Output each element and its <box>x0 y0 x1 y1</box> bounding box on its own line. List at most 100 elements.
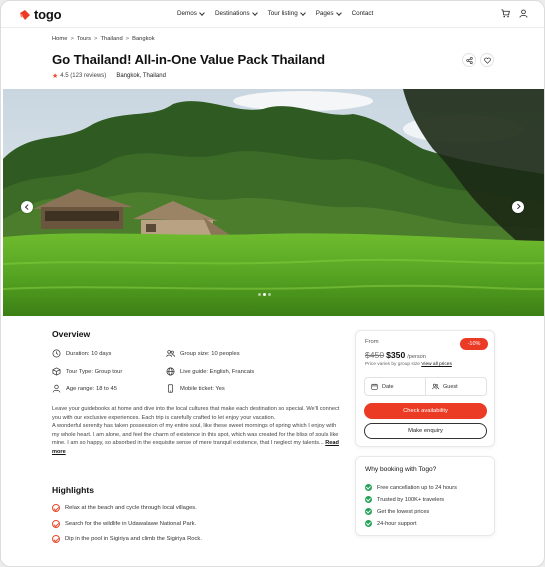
price-note: Price varies by group size View all pric… <box>365 362 452 367</box>
guest-picker[interactable]: Guest <box>425 378 486 395</box>
highlight-item: Search for the wildlife in Udawalawe Nat… <box>52 520 196 528</box>
carousel-dot-active[interactable] <box>263 293 266 296</box>
wishlist-button[interactable] <box>480 53 494 67</box>
main-nav: Demos Destinations Tour listing Pages Co… <box>177 9 374 17</box>
chevron-down-icon <box>335 9 342 16</box>
booking-card: From -10% $450 $350 /person Price varies… <box>355 330 495 447</box>
feature-group-size: Group size: 10 peoples <box>166 349 240 358</box>
date-picker[interactable]: Date <box>365 378 425 395</box>
breadcrumb-separator: > <box>125 36 130 42</box>
description-text: A wonderful serenity has taken possessio… <box>52 423 339 447</box>
new-price: $350 <box>386 350 406 360</box>
nav-label: Contact <box>351 10 374 17</box>
make-enquiry-button[interactable]: Make enquiry <box>364 423 487 439</box>
chevron-left-icon <box>25 204 30 210</box>
highlight-text: Search for the wildlife in Udawalawe Nat… <box>65 521 197 527</box>
feature-label: Mobile ticket: Yes <box>180 385 225 392</box>
why-item-text: Trusted by 100K+ travelers <box>377 496 445 503</box>
feature-label: Age range: 18 to 45 <box>66 385 117 392</box>
nav-item-contact[interactable]: Contact <box>352 10 374 17</box>
why-item-text: Free cancellation up to 24 hours <box>377 484 457 491</box>
carousel-dots <box>258 293 271 296</box>
why-item-text: Get the lowest prices <box>377 508 430 515</box>
why-item-text: 24-hour support <box>377 520 417 527</box>
user-icon <box>52 384 61 393</box>
date-label: Date <box>382 383 394 390</box>
hero-image-gallery[interactable] <box>3 89 544 316</box>
cart-icon[interactable] <box>501 9 510 18</box>
share-icon <box>465 56 473 64</box>
logo[interactable]: togo <box>19 7 62 22</box>
chevron-down-icon <box>199 9 205 16</box>
feature-label: Live guide: English, Francais <box>180 368 255 375</box>
discount-badge: -10% <box>460 338 488 350</box>
carousel-dot[interactable] <box>258 293 261 296</box>
box-icon <box>52 367 61 376</box>
heart-icon <box>483 57 491 64</box>
breadcrumb-thailand[interactable]: Thailand <box>100 36 122 42</box>
check-availability-button[interactable]: Check availability <box>364 403 487 419</box>
page-frame: togo Demos Destinations Tour listing Pag… <box>0 0 545 567</box>
breadcrumb-home[interactable]: Home <box>52 36 67 42</box>
check-icon <box>365 484 372 491</box>
hero-prev-button[interactable] <box>21 201 33 213</box>
why-booking-card: Why booking with Togo? Free cancellation… <box>355 456 495 536</box>
price-note-text: Price varies by group size <box>365 362 420 367</box>
rating-row: ★ 4.5 (123 reviews) Bangkok, Thailand <box>52 72 166 80</box>
feature-label: Duration: 10 days <box>66 350 112 357</box>
globe-icon <box>166 367 175 376</box>
feature-age-range: Age range: 18 to 45 <box>52 384 117 393</box>
feature-tour-type: Tour Type: Group tour <box>52 367 122 376</box>
share-button[interactable] <box>462 53 476 67</box>
overview-description: Leave your guidebooks at home and dive i… <box>52 405 344 457</box>
clock-icon <box>52 349 61 358</box>
highlight-item: Relax at the beach and cycle through loc… <box>52 504 197 512</box>
review-count[interactable]: (123 reviews) <box>70 73 106 79</box>
nav-item-demos[interactable]: Demos <box>177 9 205 17</box>
star-icon: ★ <box>52 73 59 80</box>
nav-label: Pages <box>315 10 334 17</box>
logo-mark-icon <box>20 9 30 20</box>
breadcrumb-separator: > <box>70 36 74 42</box>
users-icon <box>166 350 175 358</box>
price-unit: /person <box>407 354 426 360</box>
view-all-prices-link[interactable]: View all prices <box>421 362 452 367</box>
tour-location: Bangkok, Thailand <box>116 73 166 79</box>
description-paragraph: Leave your guidebooks at home and dive i… <box>52 406 340 421</box>
why-booking-title: Why booking with Togo? <box>365 466 437 473</box>
chevron-down-icon <box>299 9 306 16</box>
nav-label: Destinations <box>214 10 250 17</box>
old-price: $450 <box>365 350 385 360</box>
feature-label: Group size: 10 peoples <box>180 350 240 357</box>
why-item: 24-hour support <box>365 520 417 527</box>
rating-value: 4.5 <box>60 73 69 79</box>
booking-fields: Date Guest <box>364 377 487 396</box>
breadcrumb-tours[interactable]: Tours <box>77 36 91 42</box>
overview-heading: Overview <box>52 329 91 339</box>
check-circle-icon <box>52 504 60 512</box>
feature-live-guide: Live guide: English, Francais <box>166 367 254 376</box>
nav-item-destinations[interactable]: Destinations <box>214 9 258 17</box>
nav-item-tour-listing[interactable]: Tour listing <box>268 9 306 17</box>
guest-label: Guest <box>443 383 458 390</box>
check-circle-icon <box>52 520 60 528</box>
calendar-icon <box>371 383 378 390</box>
check-icon <box>365 496 372 503</box>
user-icon[interactable] <box>519 9 528 18</box>
highlight-text: Dip in the pool in Sigiriya and climb th… <box>65 536 202 542</box>
nav-item-pages[interactable]: Pages <box>315 9 342 17</box>
site-header: togo Demos Destinations Tour listing Pag… <box>1 1 544 28</box>
description-paragraph: A wonderful serenity has taken possessio… <box>52 422 344 456</box>
carousel-dot[interactable] <box>268 293 271 296</box>
page-title: Go Thailand! All-in-One Value Pack Thail… <box>52 52 325 67</box>
logo-text: togo <box>34 7 62 22</box>
check-icon <box>365 508 372 515</box>
why-item: Trusted by 100K+ travelers <box>365 496 444 503</box>
hero-next-button[interactable] <box>512 201 524 213</box>
feature-mobile-ticket: Mobile ticket: Yes <box>166 384 225 393</box>
why-item: Get the lowest prices <box>365 508 429 515</box>
why-item: Free cancellation up to 24 hours <box>365 484 457 491</box>
hero-photo-rice-field <box>3 89 544 316</box>
phone-icon <box>167 384 174 393</box>
check-icon <box>365 520 372 527</box>
